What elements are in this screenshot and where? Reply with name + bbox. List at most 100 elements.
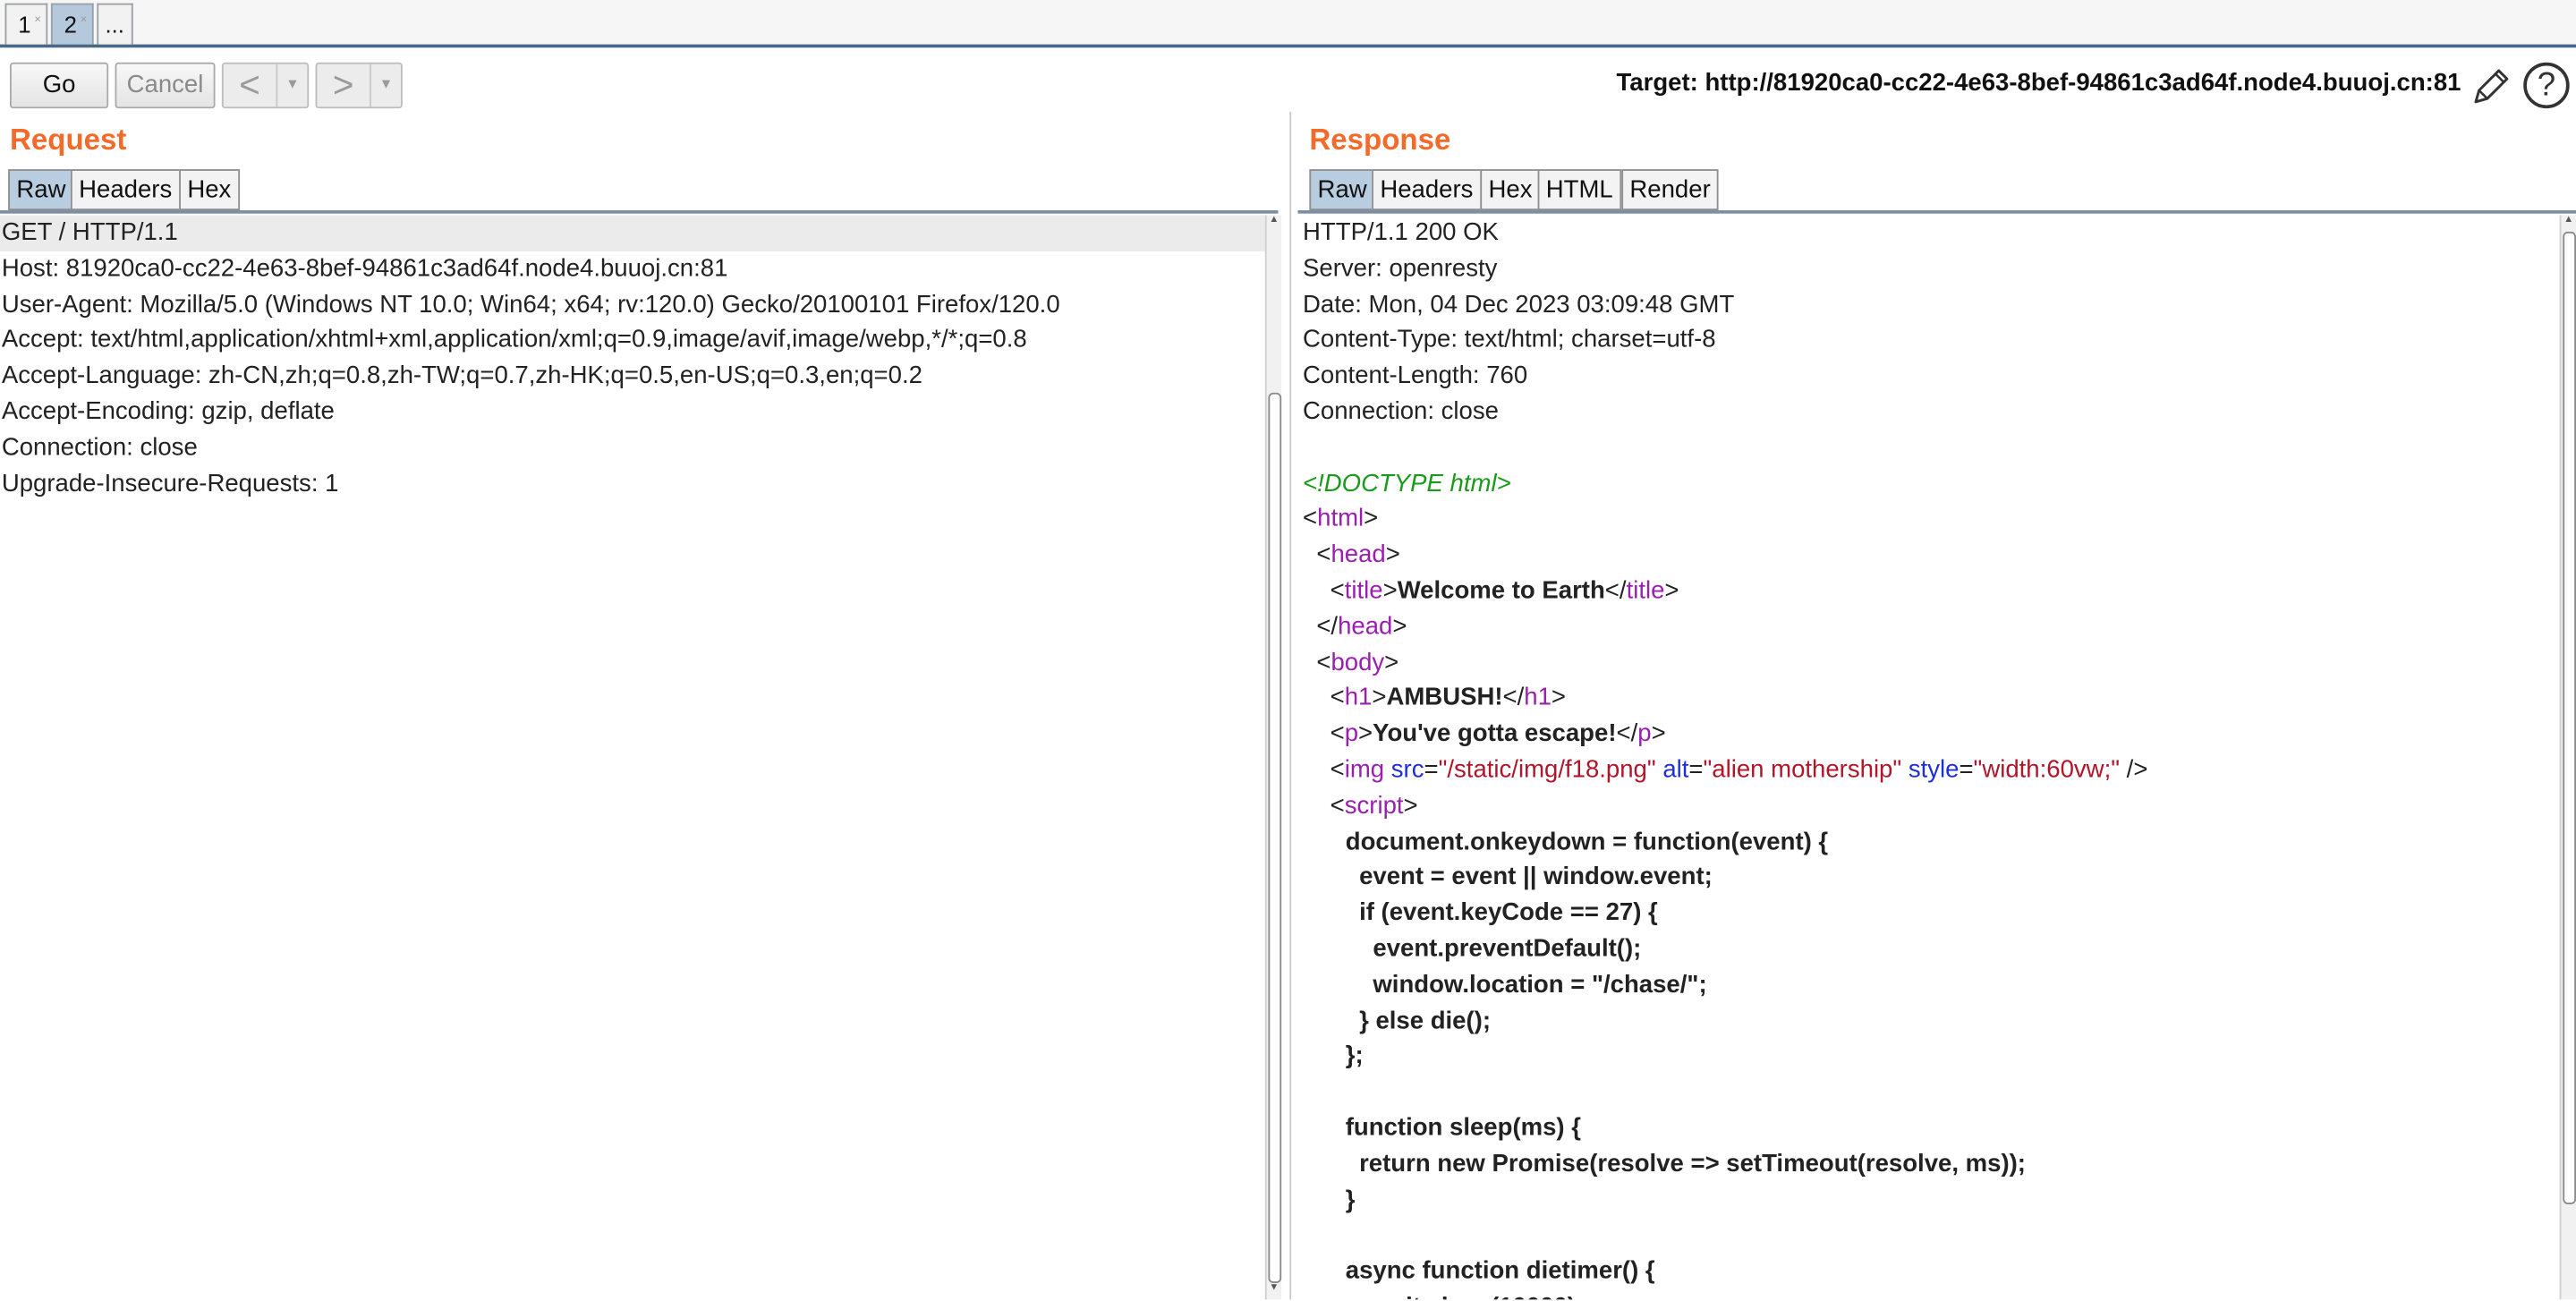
tag-token: body <box>1331 648 1385 676</box>
repeater-tab-1[interactable]: 1 × <box>4 3 48 45</box>
chevron-left-icon: < <box>239 64 260 106</box>
tab-close-icon[interactable]: × <box>34 6 41 36</box>
response-header-line: Date: Mon, 04 Dec 2023 03:09:48 GMT <box>1303 290 1735 319</box>
tag-token: h1 <box>1344 684 1373 712</box>
request-line: Host: 81920ca0-cc22-4e63-8bef-94861c3ad6… <box>1 254 728 283</box>
response-scroll-thumb[interactable] <box>2563 231 2576 1204</box>
request-editor[interactable]: GET / HTTP/1.1 Host: 81920ca0-cc22-4e63-… <box>0 215 1265 1300</box>
cancel-button[interactable]: Cancel <box>115 62 216 109</box>
script-line: window.location = "/chase/"; <box>1345 970 1707 999</box>
attr-name: style <box>1908 755 1960 784</box>
request-tab-hex[interactable]: Hex <box>179 169 240 211</box>
code-line-head-close: </head> <box>1303 612 1407 641</box>
request-line: GET / HTTP/1.1 <box>0 215 1265 251</box>
response-title: Response <box>1309 123 1451 157</box>
tag-token: img <box>1344 755 1385 784</box>
request-scrollbar[interactable]: ▲ ▼ <box>1264 215 1282 1300</box>
tag-token: title <box>1344 576 1383 605</box>
go-button[interactable]: Go <box>10 62 109 109</box>
tag-token: p <box>1344 719 1359 748</box>
request-scroll-thumb[interactable] <box>1268 392 1282 1283</box>
repeater-tab-2[interactable]: 2 × <box>50 3 94 45</box>
response-viewer[interactable]: HTTP/1.1 200 OK Server: openresty Date: … <box>1303 216 2560 1300</box>
tab-label: 1 <box>18 11 31 38</box>
tag-token: title <box>1626 576 1665 605</box>
request-tab-separator <box>0 210 1279 214</box>
scroll-up-icon[interactable]: ▲ <box>2561 216 2576 225</box>
request-title: Request <box>10 123 127 157</box>
p-text: You've gotta escape! <box>1373 719 1617 748</box>
request-tab-strip: 1 × 2 × ... <box>0 0 2576 48</box>
script-line: event = event || window.event; <box>1345 863 1713 891</box>
request-line: Connection: close <box>1 433 198 462</box>
tab-label: ... <box>105 11 124 38</box>
back-button[interactable]: < ▾ <box>221 62 310 109</box>
code-line-doctype: <!DOCTYPE html> <box>1303 466 2560 502</box>
script-line <box>1303 1218 2560 1254</box>
scroll-up-icon[interactable]: ▲ <box>1267 216 1282 225</box>
request-line: Accept-Language: zh-CN,zh;q=0.8,zh-TW;q=… <box>1 361 922 390</box>
title-text: Welcome to Earth <box>1397 576 1605 605</box>
script-line: await sleep(10000); <box>1303 1289 2560 1300</box>
h1-text: AMBUSH! <box>1386 684 1503 712</box>
help-icon[interactable]: ? <box>2523 62 2570 109</box>
request-line: Upgrade-Insecure-Requests: 1 <box>1 469 339 497</box>
code-line-title: <title>Welcome to Earth</title> <box>1303 576 1679 605</box>
request-tab-headers[interactable]: Headers <box>70 169 181 211</box>
scroll-down-icon[interactable]: ▼ <box>1267 1283 1282 1293</box>
attr-value: "/static/img/f18.png" <box>1438 755 1656 784</box>
forward-history-dropdown-icon[interactable]: ▾ <box>370 64 401 107</box>
response-header-line: Connection: close <box>1303 397 1499 426</box>
code-line-script-open: <script> <box>1303 791 1418 820</box>
code-line-p: <p>You've gotta escape!</p> <box>1303 719 1666 748</box>
script-line: function sleep(ms) { <box>1345 1113 1581 1142</box>
code-line-head-open: <head> <box>1303 540 1400 569</box>
response-tab-headers[interactable]: Headers <box>1372 169 1482 211</box>
script-line: document.onkeydown = function(event) { <box>1345 827 1829 855</box>
tag-token: head <box>1338 612 1393 641</box>
request-line: Accept-Encoding: gzip, deflate <box>1 397 335 426</box>
chevron-right-icon: > <box>332 64 354 106</box>
response-header-line: Content-Length: 760 <box>1303 361 1528 390</box>
response-tab-render[interactable]: Render <box>1621 169 1719 211</box>
response-header-line: HTTP/1.1 200 OK <box>1303 218 1499 247</box>
response-header-line: Content-Type: text/html; charset=utf-8 <box>1303 326 1716 354</box>
attr-value: "width:60vw;" <box>1973 755 2121 784</box>
target-url: Target: http://81920ca0-cc22-4e63-8bef-9… <box>1616 69 2461 98</box>
response-header-line: Server: openresty <box>1303 254 1498 283</box>
tag-token: html <box>1317 505 1365 533</box>
code-line-img: <img src="/static/img/f18.png" alt="alie… <box>1303 755 2148 784</box>
script-line: } <box>1345 1185 1356 1213</box>
request-line: User-Agent: Mozilla/5.0 (Windows NT 10.0… <box>1 290 1060 319</box>
script-line: return new Promise(resolve => setTimeout… <box>1345 1149 2026 1178</box>
response-tab-raw[interactable]: Raw <box>1309 169 1375 211</box>
response-tab-separator <box>1297 210 2576 214</box>
response-scrollbar[interactable]: ▲ <box>2559 215 2576 1300</box>
response-tab-html[interactable]: HTML <box>1537 169 1621 211</box>
attr-value: "alien mothership" <box>1703 755 1902 784</box>
tag-token: h1 <box>1524 684 1552 712</box>
script-line: }; <box>1345 1042 1364 1070</box>
pane-splitter[interactable] <box>1289 111 1292 1300</box>
forward-button[interactable]: > ▾ <box>315 62 403 109</box>
attr-name: src <box>1390 755 1424 784</box>
tab-label: 2 <box>64 11 77 38</box>
tab-close-icon[interactable]: × <box>81 6 88 36</box>
back-history-dropdown-icon[interactable]: ▾ <box>276 64 307 107</box>
tag-token: script <box>1344 791 1404 820</box>
new-tab-button[interactable]: ... <box>97 3 133 45</box>
script-line: event.preventDefault(); <box>1345 934 1642 963</box>
script-line: if (event.keyCode == 27) { <box>1345 898 1658 927</box>
code-line-html-open: <html> <box>1303 505 1379 533</box>
script-line: async function dietimer() { <box>1345 1256 1655 1286</box>
response-tab-hex[interactable]: Hex <box>1480 169 1541 211</box>
code-line-h1: <h1>AMBUSH!</h1> <box>1303 684 1567 712</box>
tag-token: head <box>1331 540 1386 569</box>
code-line-body-open: <body> <box>1303 648 1399 676</box>
script-line: } else die(); <box>1345 1006 1492 1034</box>
doctype-token: <!DOCTYPE html> <box>1303 469 1511 497</box>
edit-target-pencil-icon[interactable] <box>2470 65 2512 108</box>
script-line <box>1303 1075 2560 1110</box>
request-tab-raw[interactable]: Raw <box>8 169 74 211</box>
